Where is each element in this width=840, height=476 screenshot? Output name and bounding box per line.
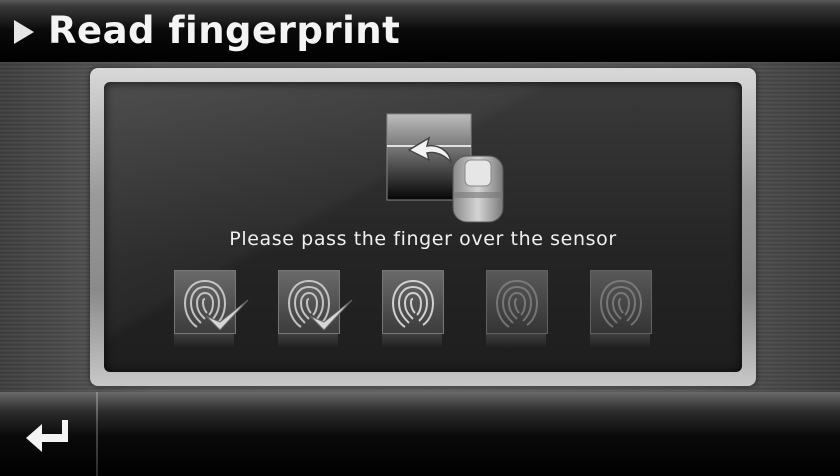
tile-reflection — [590, 334, 650, 348]
fingerprint-scan-1 — [174, 270, 249, 348]
tile-reflection — [382, 334, 442, 348]
fingerprint-icon — [486, 270, 548, 334]
dialog-panel: Please pass the finger over the sensor — [104, 82, 742, 372]
instruction-text: Please pass the finger over the sensor — [229, 228, 617, 250]
return-arrow-icon — [26, 420, 68, 452]
finger-swipe-sensor-icon — [379, 110, 539, 230]
fingerprint-scan-4 — [486, 270, 548, 348]
fingerprint-icon — [382, 270, 444, 334]
fingerprint-icon — [590, 270, 652, 334]
check-mark-icon — [205, 299, 249, 331]
fingerprint-scan-3 — [382, 270, 444, 348]
bottom-bar — [0, 392, 840, 476]
divider — [96, 392, 98, 476]
main-area: Please pass the finger over the sensor — [0, 62, 840, 392]
fingerprint-scan-5 — [590, 270, 652, 348]
title-bar: Read fingerprint — [0, 0, 840, 62]
dialog-frame: Please pass the finger over the sensor — [90, 68, 756, 386]
page-title: Read fingerprint — [48, 9, 401, 52]
tile-reflection — [486, 334, 546, 348]
check-mark-icon — [309, 299, 353, 331]
scan-progress-row — [174, 270, 674, 350]
tile-reflection — [174, 334, 234, 348]
tile-reflection — [278, 334, 338, 348]
fingerprint-scan-2 — [278, 270, 353, 348]
play-triangle-icon — [14, 20, 34, 44]
back-button[interactable] — [0, 392, 96, 476]
